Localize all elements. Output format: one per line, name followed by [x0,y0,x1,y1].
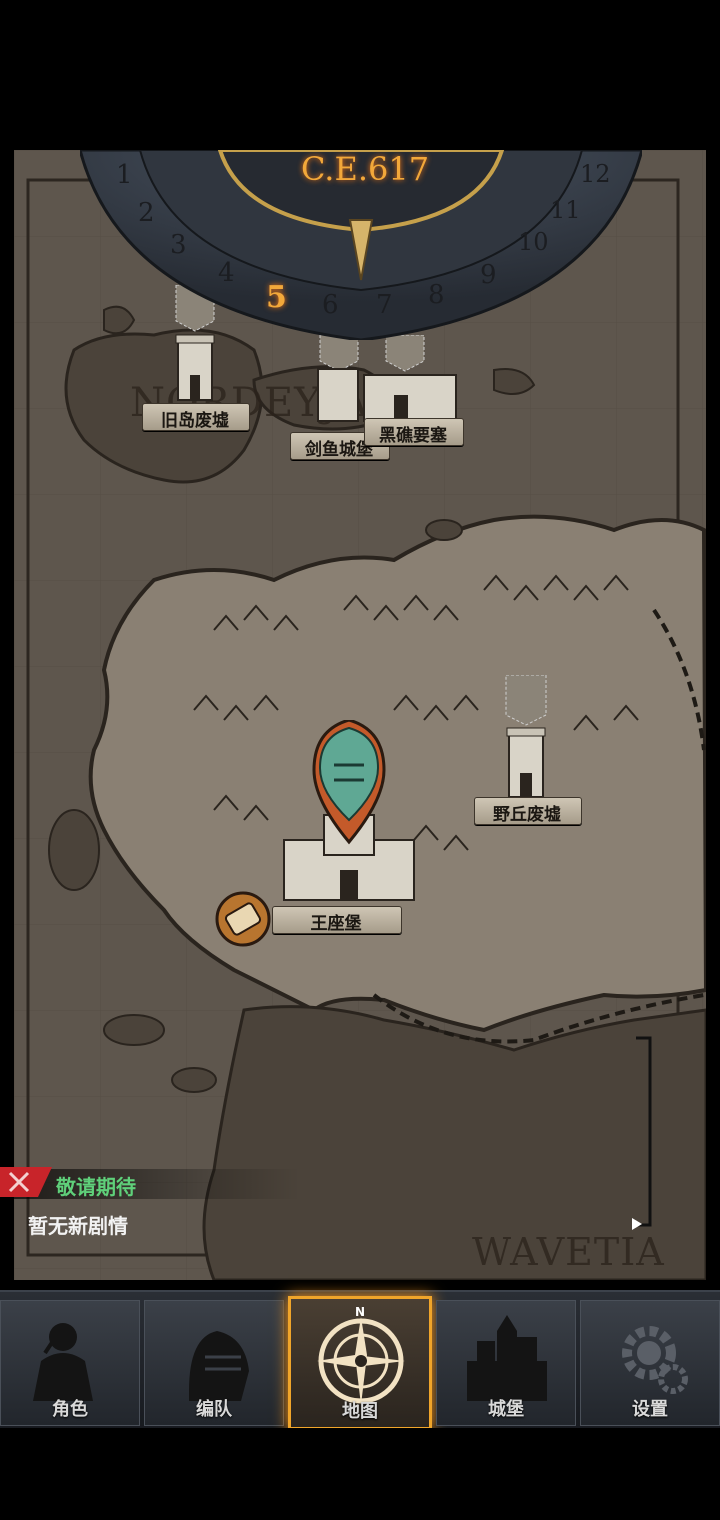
bottom-letterbox [0,1428,720,1520]
location-label-blackreef-fortress[interactable]: 黑礁要塞 [364,421,462,446]
region-label-wavetia: WAVETIA [472,1230,665,1274]
month-5-current[interactable]: 5 [266,280,287,315]
nav-item-map[interactable]: N 地图 [288,1296,432,1430]
month-3[interactable]: 3 [170,230,187,260]
month-4[interactable]: 4 [218,258,235,288]
month-1[interactable]: 1 [116,160,133,190]
top-letterbox [0,0,720,150]
location-label-old-island-ruins[interactable]: 旧岛废墟 [142,406,248,431]
story-title: 敬请期待 [56,1175,136,1199]
nav-item-castle[interactable]: 城堡 [436,1300,576,1426]
month-10[interactable]: 10 [518,228,549,256]
scroll-icon[interactable] [214,890,272,948]
location-label-wildhill-ruins[interactable]: 野丘废墟 [474,800,580,825]
month-2[interactable]: 2 [138,198,155,228]
nav-label-map: 地图 [342,1401,378,1422]
nav-item-team[interactable]: 编队 [144,1300,284,1426]
calendar-year: C.E.617 [300,150,430,188]
bottom-nav: 角色 编队 N 地图 城堡 设置 [0,1290,720,1430]
nav-item-settings[interactable]: 设置 [580,1300,720,1426]
nav-label-character: 角色 [52,1399,88,1420]
month-7[interactable]: 7 [376,290,393,320]
month-6[interactable]: 6 [322,290,339,320]
story-subtitle: 暂无新剧情 [28,1214,128,1238]
nav-label-team: 编队 [196,1399,232,1420]
helmet-marker-icon[interactable] [274,720,424,910]
month-8[interactable]: 8 [428,280,445,310]
compass-north-letter: N [355,1305,366,1319]
month-11[interactable]: 11 [550,196,581,224]
castle-icon[interactable] [314,335,464,425]
nav-label-castle: 城堡 [488,1399,524,1420]
tower-icon[interactable] [502,675,552,800]
month-9[interactable]: 9 [480,260,497,290]
month-12[interactable]: 12 [580,160,611,188]
nav-item-character[interactable]: 角色 [0,1300,140,1426]
nav-label-settings: 设置 [632,1399,668,1420]
location-label-throne-keep[interactable]: 王座堡 [272,909,400,934]
crossed-swords-icon [0,1167,52,1197]
story-notice[interactable]: 敬请期待 暂无新剧情 [0,1165,300,1245]
